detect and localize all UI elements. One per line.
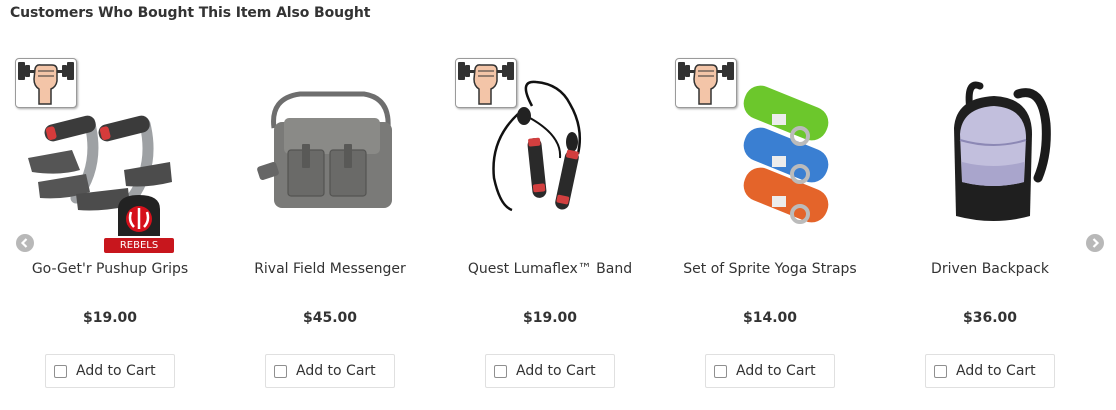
checkbox[interactable] — [274, 364, 287, 378]
product-price: $19.00 — [522, 310, 578, 326]
add-to-cart-checkbox[interactable]: Add to Cart — [485, 354, 615, 388]
add-to-cart-checkbox[interactable]: Add to Cart — [265, 354, 395, 388]
product-item: REBELS Go-Get'r Pushup Grips $19.00 Add … — [0, 50, 220, 410]
add-to-cart-label[interactable]: Add to Cart — [296, 363, 376, 379]
product-image-yoga-straps[interactable] — [675, 58, 860, 238]
checkbox[interactable] — [494, 364, 507, 378]
product-image-lumaflex-band[interactable] — [455, 58, 640, 238]
add-to-cart-label[interactable]: Add to Cart — [516, 363, 596, 379]
checkbox[interactable] — [934, 364, 947, 378]
add-to-cart-checkbox[interactable]: Add to Cart — [925, 354, 1055, 388]
product-name[interactable]: Set of Sprite Yoga Straps — [670, 259, 870, 279]
add-to-cart-label[interactable]: Add to Cart — [76, 363, 156, 379]
fitness-badge-icon — [15, 58, 77, 108]
product-item: Quest Lumaflex™ Band $19.00 Add to Cart — [440, 50, 660, 410]
product-name[interactable]: Driven Backpack — [890, 259, 1090, 279]
rebels-badge: REBELS — [104, 191, 174, 253]
product-item: Driven Backpack $36.00 Add to Cart — [880, 50, 1100, 410]
add-to-cart-label[interactable]: Add to Cart — [956, 363, 1036, 379]
product-item: Rival Field Messenger $45.00 Add to Cart — [220, 50, 440, 410]
product-price: $19.00 — [82, 310, 138, 326]
add-to-cart-label[interactable]: Add to Cart — [736, 363, 816, 379]
rebels-label: REBELS — [104, 238, 174, 253]
product-image-pushup-grips[interactable]: REBELS — [15, 58, 200, 253]
fitness-badge-icon — [455, 58, 517, 108]
add-to-cart-checkbox[interactable]: Add to Cart — [45, 354, 175, 388]
product-name[interactable]: Quest Lumaflex™ Band — [450, 259, 650, 279]
product-image-messenger-bag[interactable] — [240, 58, 420, 238]
product-item: Set of Sprite Yoga Straps $14.00 Add to … — [660, 50, 880, 410]
product-name[interactable]: Go-Get'r Pushup Grips — [10, 259, 210, 279]
checkbox[interactable] — [714, 364, 727, 378]
rebel-alliance-icon — [118, 195, 160, 236]
fitness-badge-icon — [675, 58, 737, 108]
add-to-cart-checkbox[interactable]: Add to Cart — [705, 354, 835, 388]
product-name[interactable]: Rival Field Messenger — [230, 259, 430, 279]
product-price: $45.00 — [302, 310, 358, 326]
checkbox[interactable] — [54, 364, 67, 378]
product-price: $14.00 — [742, 310, 798, 326]
product-carousel: REBELS Go-Get'r Pushup Grips $19.00 Add … — [0, 0, 1116, 410]
product-image-backpack[interactable] — [900, 58, 1080, 238]
product-price: $36.00 — [962, 310, 1018, 326]
